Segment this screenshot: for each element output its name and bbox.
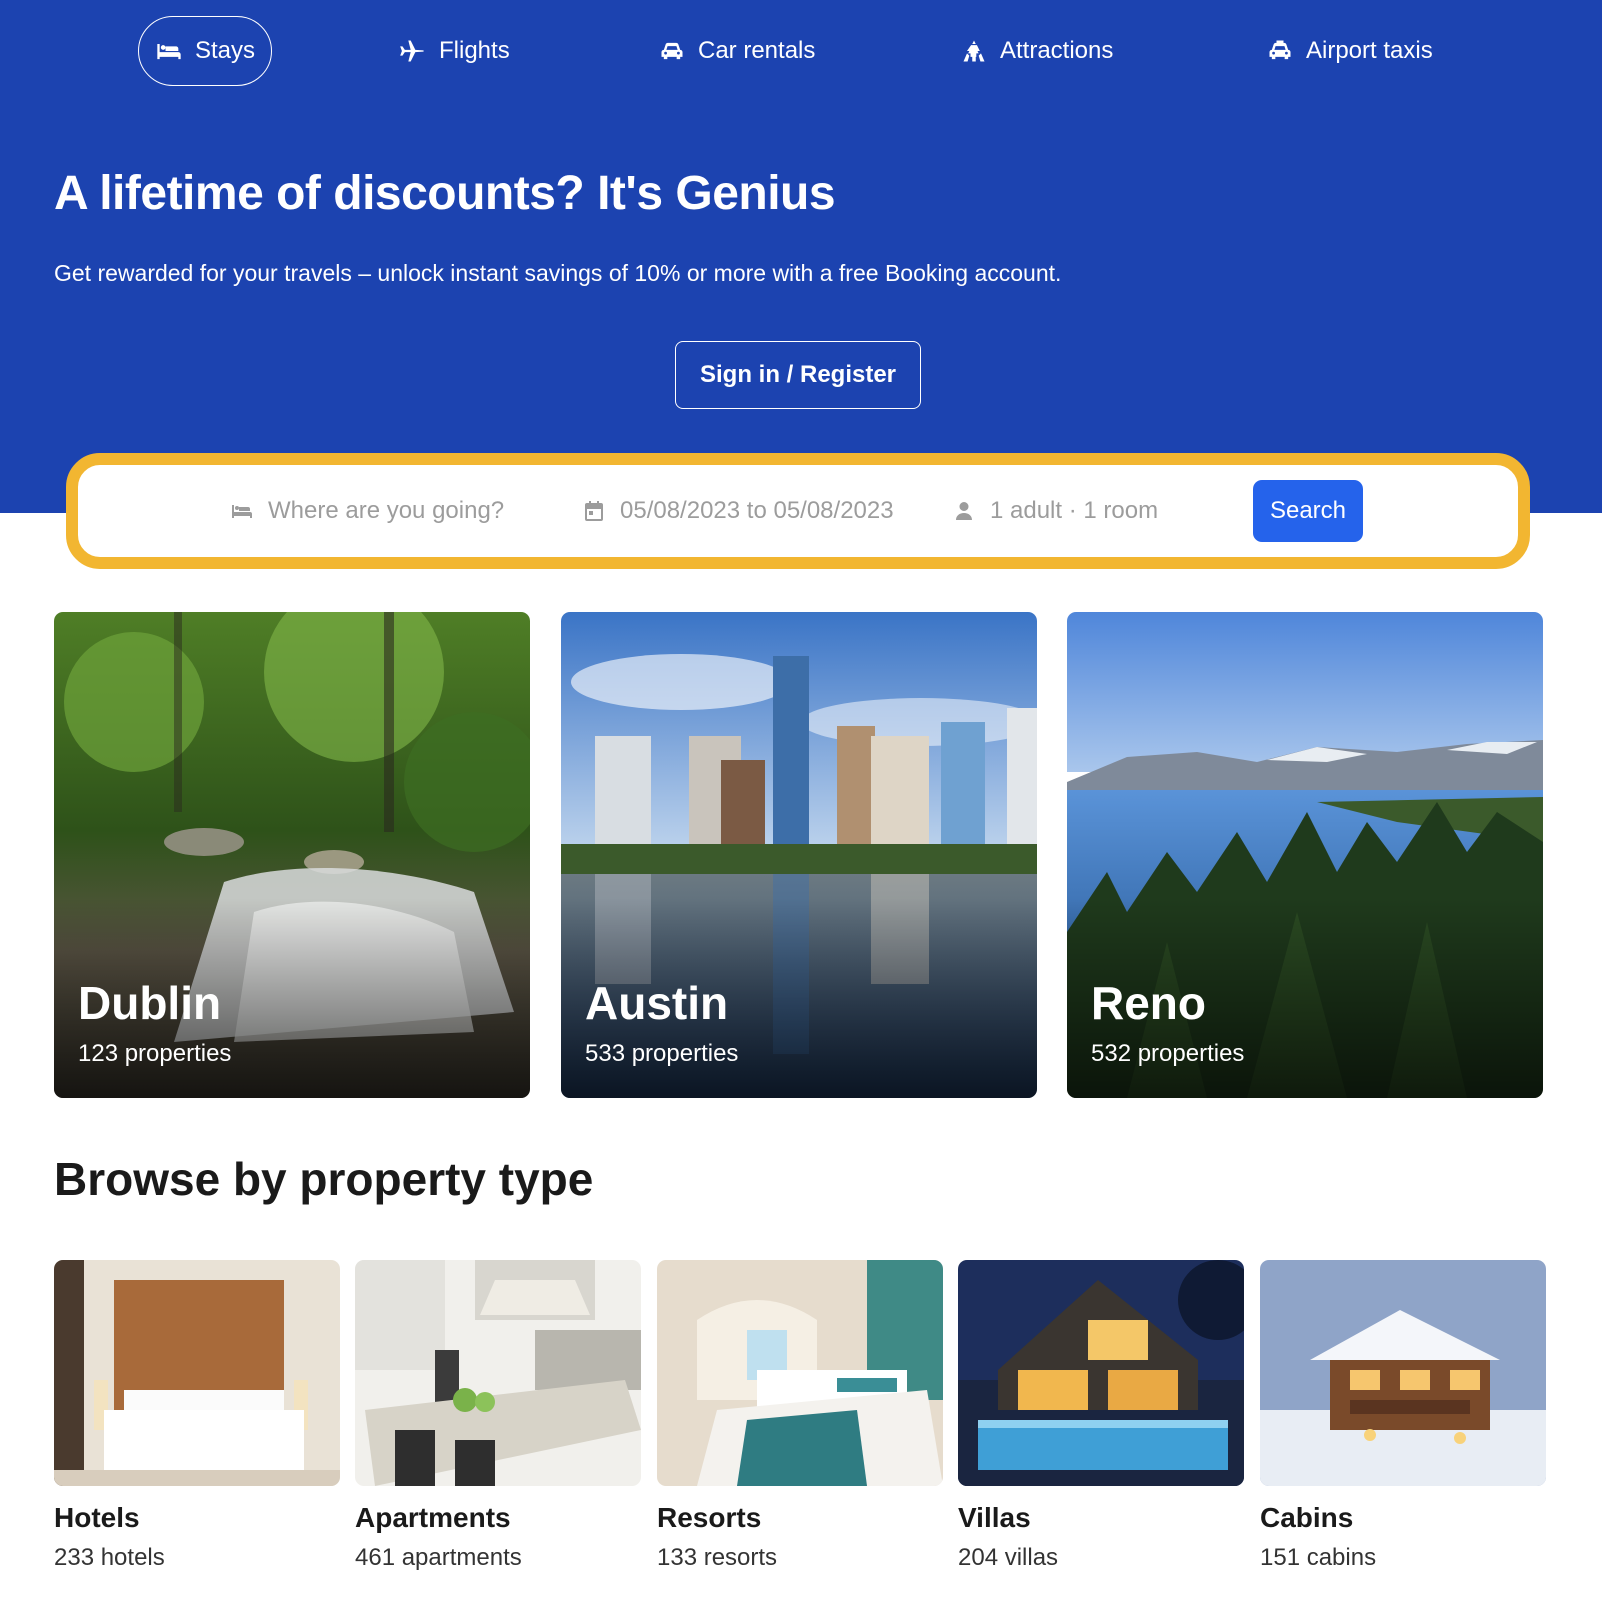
plane-icon: [400, 40, 424, 62]
property-type-count: 461 apartments: [355, 1544, 522, 1571]
browse-section-title: Browse by property type: [54, 1153, 594, 1205]
hotels-image: [54, 1260, 340, 1486]
nav-item-label: Airport taxis: [1306, 37, 1433, 64]
bed-icon: [232, 505, 252, 518]
property-type-count: 151 cabins: [1260, 1544, 1377, 1571]
city-card-reno[interactable]: Reno 532 properties: [1067, 612, 1543, 1098]
property-type-name: Resorts: [657, 1502, 762, 1533]
property-type-name: Villas: [958, 1502, 1031, 1533]
bed-icon: [157, 44, 181, 60]
nav-item-label: Flights: [439, 37, 510, 64]
nav-item-label: Stays: [195, 37, 256, 64]
property-type-count: 233 hotels: [54, 1544, 165, 1571]
city-property-count: 532 properties: [1091, 1040, 1245, 1067]
date-field[interactable]: 05/08/2023 to 05/08/2023: [582, 465, 894, 557]
property-type-name: Apartments: [355, 1502, 511, 1533]
city-name: Dublin: [78, 977, 222, 1029]
sign-in-register-button[interactable]: Sign in / Register: [675, 341, 921, 409]
guests-text: 1 adult · 1 room: [990, 497, 1159, 524]
nav-item-airport-taxis[interactable]: Airport taxis: [1250, 16, 1449, 86]
cabins-image: [1260, 1260, 1546, 1486]
hero-subtitle: Get rewarded for your travels – unlock i…: [54, 260, 1062, 286]
nav-item-flights[interactable]: Flights: [383, 16, 526, 86]
search-bar: Where are you going? 05/08/2023 to 05/08…: [66, 453, 1530, 569]
city-property-count: 533 properties: [585, 1040, 739, 1067]
city-card-dublin[interactable]: Dublin 123 properties: [54, 612, 530, 1098]
city-card-austin[interactable]: Austin 533 properties: [561, 612, 1037, 1098]
destination-field[interactable]: Where are you going?: [230, 465, 504, 557]
nav-item-label: Attractions: [1000, 37, 1114, 64]
property-type-resorts[interactable]: Resorts 133 resorts: [657, 1260, 943, 1572]
top-nav: Stays Flights Car rentals Attractions Ai…: [0, 16, 1602, 86]
property-type-hotels[interactable]: Hotels 233 hotels: [54, 1260, 340, 1572]
city-name: Reno: [1091, 977, 1206, 1029]
destination-input[interactable]: Where are you going?: [268, 497, 504, 525]
nav-item-attractions[interactable]: Attractions: [944, 16, 1129, 86]
car-icon: [661, 42, 683, 60]
property-type-apartments[interactable]: Apartments 461 apartments: [355, 1260, 641, 1572]
search-button[interactable]: Search: [1253, 480, 1363, 542]
property-type-cabins[interactable]: Cabins 151 cabins: [1260, 1260, 1546, 1572]
nav-item-stays[interactable]: Stays: [138, 16, 273, 86]
apartments-image: [355, 1260, 641, 1486]
property-type-count: 204 villas: [958, 1544, 1059, 1571]
property-type-count: 133 resorts: [657, 1544, 778, 1571]
person-icon: [956, 502, 972, 520]
date-range-text: 05/08/2023 to 05/08/2023: [620, 497, 894, 524]
property-type-name: Hotels: [54, 1502, 140, 1533]
nav-item-label: Car rentals: [698, 37, 816, 64]
nav-item-car-rentals[interactable]: Car rentals: [642, 16, 831, 86]
taxi-icon: [1269, 40, 1291, 60]
city-property-count: 123 properties: [78, 1040, 232, 1067]
city-name: Austin: [585, 977, 729, 1029]
property-type-villas[interactable]: Villas 204 villas: [958, 1260, 1244, 1572]
resorts-image: [657, 1260, 943, 1486]
hero-title: A lifetime of discounts? It's Genius: [54, 167, 836, 220]
villas-image: [958, 1260, 1244, 1486]
attractions-icon: [963, 40, 985, 62]
calendar-icon: [585, 501, 603, 521]
property-type-name: Cabins: [1260, 1502, 1354, 1533]
guests-field[interactable]: 1 adult · 1 room: [952, 465, 1158, 557]
